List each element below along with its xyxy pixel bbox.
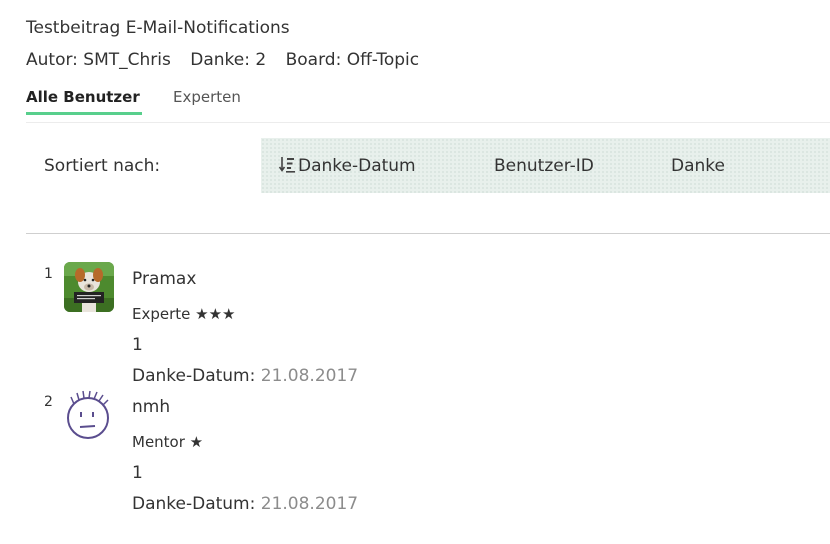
thanks-date: Danke-Datum: 21.08.2017: [132, 494, 358, 514]
sort-by-thanks-date[interactable]: Danke-Datum: [278, 156, 416, 178]
tab-all-users[interactable]: Alle Benutzer: [26, 88, 142, 115]
post-thanks-count: Danke: 2: [190, 50, 267, 70]
user-filter-tabs: Alle Benutzer Experten: [26, 86, 830, 123]
user-rank: Experte ★★★: [132, 305, 236, 323]
sort-bar: Sortiert nach: Danke-Datum Benutzer-ID D…: [26, 138, 830, 193]
thanks-date: Danke-Datum: 21.08.2017: [132, 366, 358, 386]
user-name-link[interactable]: Pramax: [132, 269, 196, 289]
dog-photo-avatar: [64, 262, 114, 312]
rank-number: 1: [44, 266, 53, 282]
user-avatar[interactable]: [64, 262, 114, 312]
sort-by-thanks[interactable]: Danke: [671, 156, 725, 176]
thanks-date-value: 21.08.2017: [260, 494, 359, 514]
thanks-date-label: Danke-Datum:: [132, 366, 256, 386]
user-avatar[interactable]: [64, 390, 114, 440]
sort-option-label: Danke-Datum: [298, 156, 416, 176]
post-title: Testbeitrag E-Mail-Notifications: [26, 18, 290, 38]
thanks-date-value: 21.08.2017: [260, 366, 359, 386]
sort-label: Sortiert nach:: [44, 156, 161, 176]
face-sketch-avatar: [67, 390, 109, 439]
thanks-date-label: Danke-Datum:: [132, 494, 256, 514]
sort-options: Danke-Datum Benutzer-ID Danke: [261, 138, 830, 193]
user-name-link[interactable]: nmh: [132, 397, 170, 417]
tab-experts[interactable]: Experten: [173, 88, 241, 106]
sort-descending-icon: [278, 156, 295, 178]
post-meta: Autor: SMT_Chris Danke: 2 Board: Off-Top…: [26, 50, 433, 70]
user-rank: Mentor ★: [132, 433, 204, 451]
sort-by-user-id[interactable]: Benutzer-ID: [494, 156, 594, 176]
thanks-count: 1: [132, 463, 143, 483]
post-board[interactable]: Board: Off-Topic: [286, 50, 420, 70]
rank-number: 2: [44, 394, 53, 410]
list-divider: [26, 233, 830, 234]
post-author[interactable]: Autor: SMT_Chris: [26, 50, 171, 70]
thanks-count: 1: [132, 335, 143, 355]
